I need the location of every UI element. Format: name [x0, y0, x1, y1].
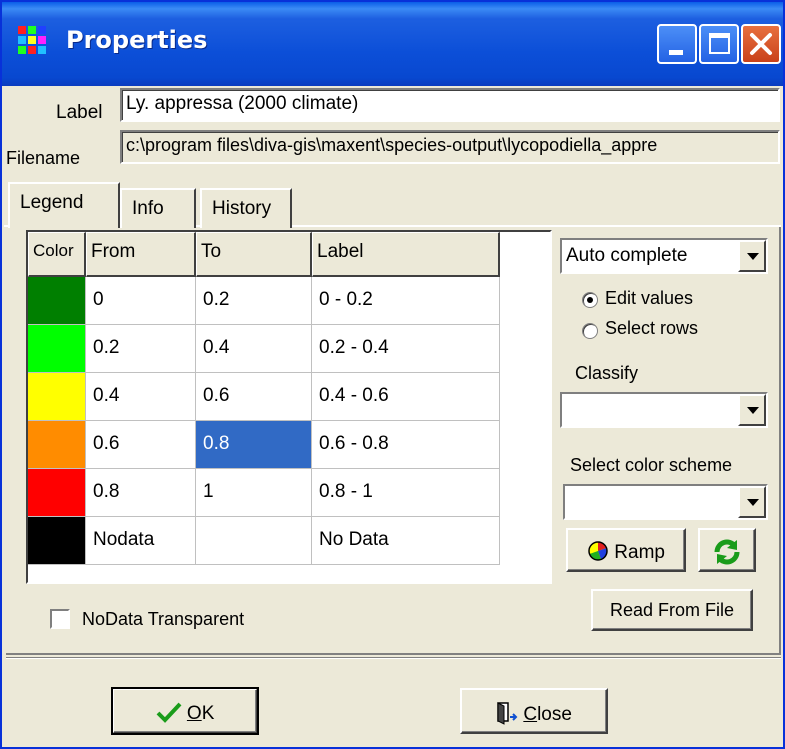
- close-window-button[interactable]: [741, 24, 781, 64]
- tab-history-label: History: [212, 198, 272, 219]
- grid-cell-color[interactable]: [28, 517, 86, 565]
- grid-cell-label[interactable]: No Data: [312, 517, 500, 565]
- grid-cell-from[interactable]: Nodata: [86, 517, 196, 565]
- classify-select[interactable]: [560, 392, 768, 428]
- window-title: Properties: [66, 26, 208, 54]
- grid-header-label[interactable]: Label: [312, 232, 500, 277]
- refresh-icon: [714, 539, 740, 565]
- footer-divider: [6, 657, 781, 659]
- grid-cell-from[interactable]: 0.8: [86, 469, 196, 517]
- grid-cell-to[interactable]: [196, 517, 312, 565]
- grid-cell-label[interactable]: 0.2 - 0.4: [312, 325, 500, 373]
- minimize-button[interactable]: [657, 24, 697, 64]
- chevron-down-icon[interactable]: [738, 240, 766, 272]
- grid-cell-color[interactable]: [28, 277, 86, 325]
- close-label-rest: lose: [537, 704, 572, 725]
- app-icon: [16, 24, 50, 58]
- grid-cell-color[interactable]: [28, 373, 86, 421]
- label-caption: Label: [56, 102, 103, 123]
- tab-info-label: Info: [132, 198, 164, 219]
- read-from-file-button[interactable]: Read From File: [591, 589, 753, 631]
- grid-cell-from[interactable]: 0.2: [86, 325, 196, 373]
- filename-caption: Filename: [6, 148, 81, 168]
- classify-label: Classify: [575, 363, 639, 383]
- checkmark-icon: [156, 702, 182, 723]
- door-exit-icon: [497, 702, 518, 725]
- grid-header-to[interactable]: To: [196, 232, 312, 277]
- ok-label-rest: K: [201, 703, 215, 724]
- refresh-button[interactable]: [698, 528, 756, 572]
- grid-cell-color[interactable]: [28, 469, 86, 517]
- grid-cell-color[interactable]: [28, 421, 86, 469]
- grid-cell-label[interactable]: 0 - 0.2: [312, 277, 500, 325]
- grid-cell-to[interactable]: 0.2: [196, 277, 312, 325]
- grid-cell-color[interactable]: [28, 325, 86, 373]
- edit-values-label: Edit values: [605, 288, 694, 308]
- nodata-transparent-label: NoData Transparent: [82, 609, 245, 629]
- select-rows-radio[interactable]: [582, 323, 598, 339]
- grid-header-color[interactable]: Color: [28, 232, 86, 277]
- grid-cell-to[interactable]: 0.6: [196, 373, 312, 421]
- properties-window: Properties Label Ly. appressa (2000 clim…: [0, 0, 785, 749]
- close-icon: [750, 33, 772, 55]
- grid-cell-label[interactable]: 0.8 - 1: [312, 469, 500, 517]
- grid-header-from[interactable]: From: [86, 232, 196, 277]
- chevron-down-icon[interactable]: [738, 486, 766, 518]
- grid-cell-from[interactable]: 0: [86, 277, 196, 325]
- color-scheme-select[interactable]: [563, 484, 768, 520]
- tab-legend-label: Legend: [20, 192, 84, 213]
- ramp-button-label: Ramp: [614, 542, 665, 563]
- label-input[interactable]: Ly. appressa (2000 climate): [120, 88, 780, 122]
- ramp-button[interactable]: Ramp: [566, 528, 686, 572]
- title-bar[interactable]: Properties: [2, 2, 783, 86]
- grid-cell-from[interactable]: 0.4: [86, 373, 196, 421]
- chevron-down-icon[interactable]: [738, 394, 766, 426]
- grid-cell-label[interactable]: 0.6 - 0.8: [312, 421, 500, 469]
- tab-info[interactable]: Info: [120, 188, 196, 228]
- grid-cell-to[interactable]: 0.4: [196, 325, 312, 373]
- grid-cell-to[interactable]: 1: [196, 469, 312, 517]
- ok-mnemonic: O: [186, 703, 202, 724]
- maximize-icon: [709, 33, 730, 54]
- color-scheme-label: Select color scheme: [570, 455, 733, 475]
- auto-complete-select[interactable]: Auto complete: [560, 238, 768, 274]
- close-mnemonic: C: [523, 704, 538, 725]
- ok-button[interactable]: OK: [111, 687, 259, 735]
- legend-grid[interactable]: Color From To Label 0 0.2 0 - 0.2 0.2 0.4 0.2…: [26, 230, 552, 584]
- grid-cell-from[interactable]: 0.6: [86, 421, 196, 469]
- tab-legend[interactable]: Legend: [8, 182, 120, 228]
- minimize-icon: [669, 50, 683, 55]
- select-rows-label: Select rows: [605, 318, 699, 338]
- maximize-button[interactable]: [699, 24, 739, 64]
- auto-complete-value: Auto complete: [566, 245, 688, 266]
- color-wheel-icon: [588, 541, 608, 561]
- filename-field: c:\program files\diva-gis\maxent\species…: [120, 130, 780, 164]
- grid-cell-label[interactable]: 0.4 - 0.6: [312, 373, 500, 421]
- edit-values-radio[interactable]: [582, 292, 598, 308]
- grid-cell-to[interactable]: 0.8: [196, 421, 312, 469]
- nodata-transparent-checkbox[interactable]: [50, 609, 70, 629]
- close-button[interactable]: Close: [460, 688, 608, 734]
- tab-history[interactable]: History: [200, 188, 292, 228]
